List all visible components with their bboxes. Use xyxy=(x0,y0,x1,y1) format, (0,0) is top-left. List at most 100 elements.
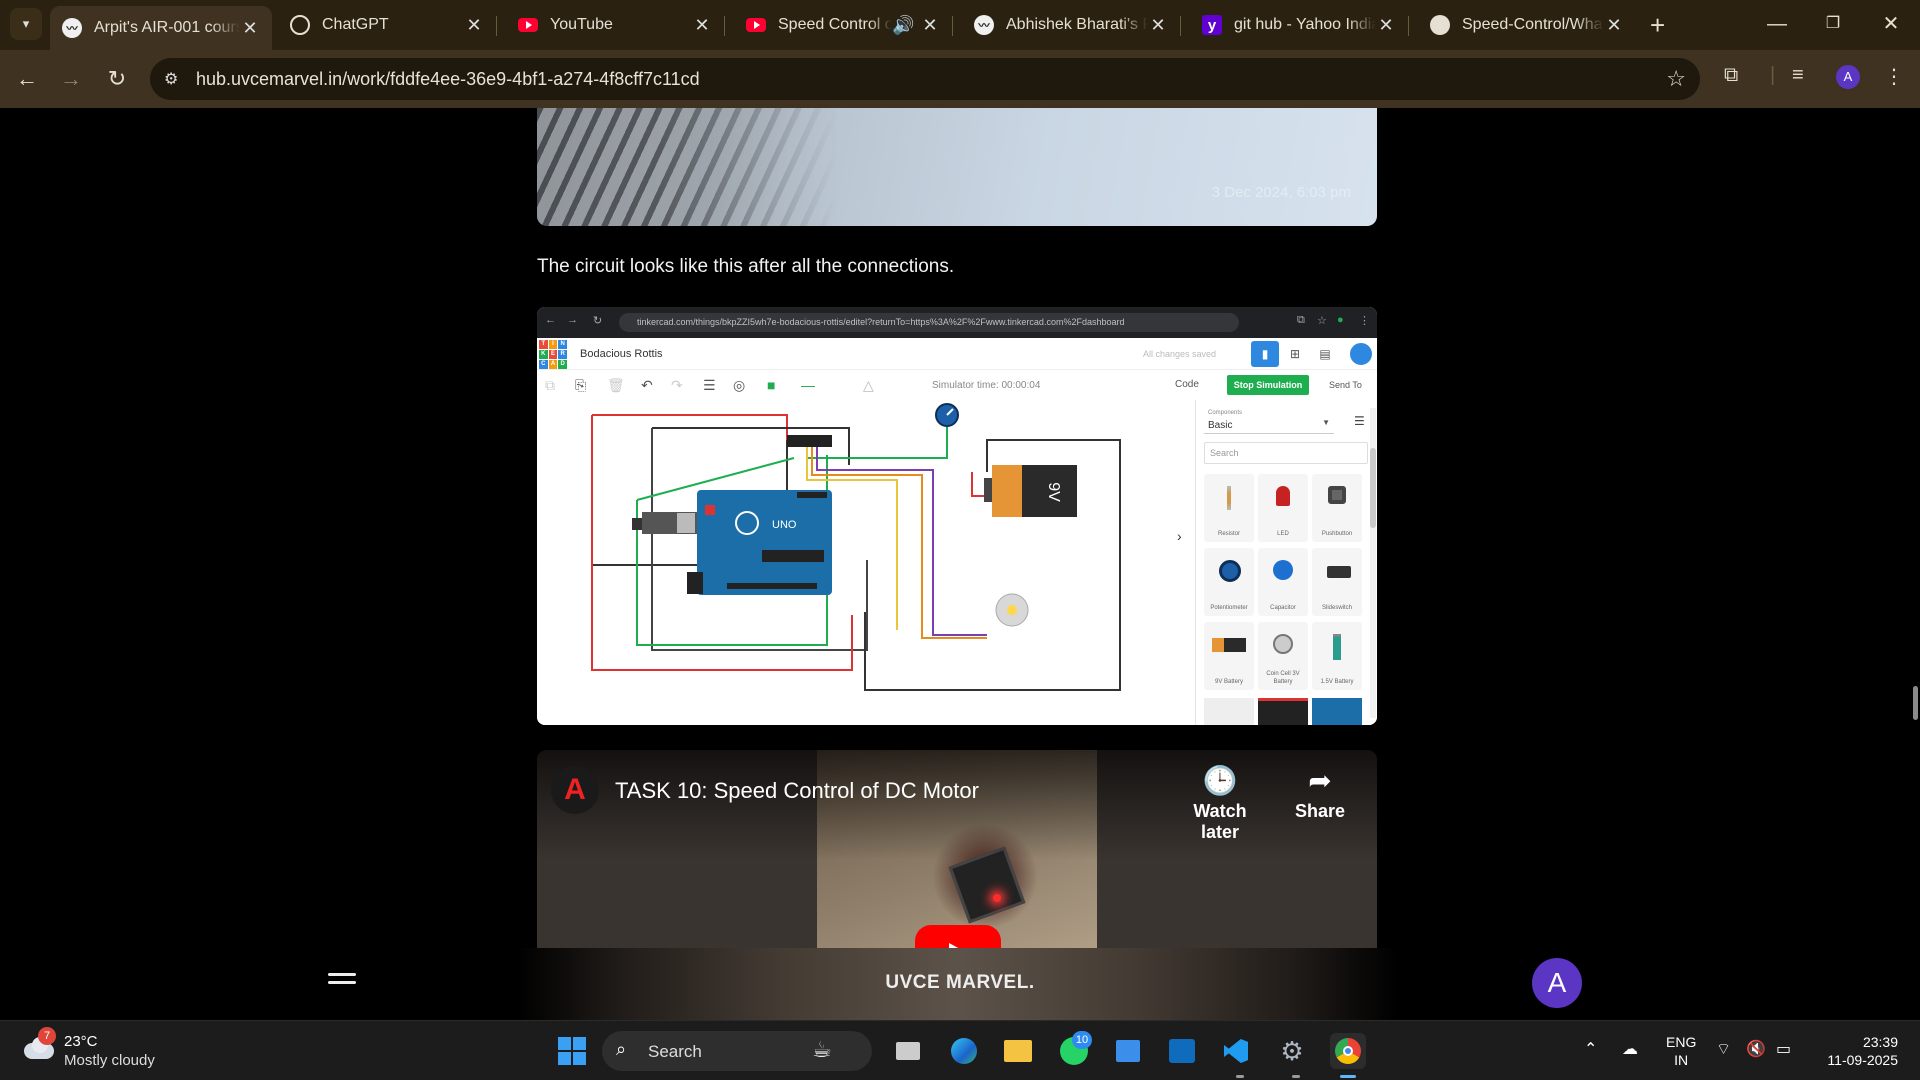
tab-arpit-course[interactable]: 〰 Arpit's AIR-001 course ✕ xyxy=(50,6,272,50)
share-icon: ➦ xyxy=(1308,765,1332,796)
user-avatar[interactable]: A xyxy=(1532,958,1582,1008)
site-settings-icon[interactable]: ⚙ xyxy=(164,69,178,89)
address-bar[interactable]: ⚙ hub.uvcemarvel.in/work/fddfe4ee-36e9-4… xyxy=(150,58,1700,100)
tray-overflow-icon[interactable]: ⌃ xyxy=(1584,1039,1597,1059)
tk-toolbar: ⧉ ⎘ 🗑 ↶ ↷ ☰ ◎ ■ — △ Simulator time: 00:0… xyxy=(537,370,1377,400)
onedrive-icon[interactable]: ☁ xyxy=(1622,1039,1638,1059)
task-view-icon[interactable] xyxy=(890,1033,926,1069)
weather-temp[interactable]: 23°C xyxy=(64,1033,98,1050)
tab-title: Arpit's AIR-001 course xyxy=(94,19,240,36)
weather-desc[interactable]: Mostly cloudy xyxy=(64,1052,155,1069)
clock-icon: 🕒 xyxy=(1202,765,1238,796)
language-indicator[interactable]: ENG IN xyxy=(1666,1033,1696,1069)
wifi-icon[interactable]: ⌔ xyxy=(1716,1039,1731,1059)
close-icon[interactable]: ✕ xyxy=(464,15,484,36)
settings-gear-icon[interactable]: ⚙ xyxy=(1274,1033,1310,1069)
tab-title: ChatGPT xyxy=(322,16,389,33)
tk-components-select: Components Basic ▼ xyxy=(1204,408,1334,434)
ms-store-icon[interactable] xyxy=(1110,1033,1146,1069)
close-icon[interactable]: ✕ xyxy=(920,15,940,36)
browser-tab-bar: ▾ 〰 Arpit's AIR-001 course ✕ ChatGPT ✕ Y… xyxy=(0,0,1920,50)
youtube-embed[interactable]: A TASK 10: Speed Control of DC Motor 🕒 W… xyxy=(537,750,1377,980)
tab-title: YouTube xyxy=(550,16,613,33)
tab-github[interactable]: Speed-Control/What ✕ xyxy=(1418,6,1636,44)
scrollbar-thumb[interactable] xyxy=(1913,686,1918,720)
marvel-icon: 〰 xyxy=(974,15,994,35)
tk-comp-led: LED xyxy=(1258,474,1308,542)
minimize-button[interactable]: — xyxy=(1754,8,1800,40)
tab-search-button[interactable]: ▾ xyxy=(10,8,42,40)
close-icon[interactable]: ✕ xyxy=(1148,15,1168,36)
vscode-icon[interactable] xyxy=(1218,1033,1254,1069)
circuit-caption: The circuit looks like this after all th… xyxy=(537,256,955,277)
menu-kebab-icon[interactable]: ⋮ xyxy=(1884,64,1904,89)
battery-icon[interactable]: ▭ xyxy=(1776,1039,1791,1059)
tab-title: Abhishek Bharati's Profile xyxy=(1006,16,1148,33)
tk-comp-coin-cell: Coin Cell 3V Battery xyxy=(1258,622,1308,690)
close-icon[interactable]: ✕ xyxy=(692,15,712,36)
tk-comp-1-5v-battery: 1.5V Battery xyxy=(1312,622,1362,690)
tk-list-view-icon: ☰ xyxy=(1354,414,1365,428)
tk-schematic-icon: ⊞ xyxy=(1289,347,1301,361)
back-button[interactable]: ← xyxy=(12,64,42,94)
youtube-icon xyxy=(518,18,538,32)
tk-comp-slideswitch: Slideswitch xyxy=(1312,548,1362,616)
tk-comp-pushbutton: Pushbutton xyxy=(1312,474,1362,542)
tab-yahoo-search[interactable]: y git hub - Yahoo India Search ✕ xyxy=(1190,6,1409,44)
battery-label: 9V xyxy=(1045,482,1062,502)
clock[interactable]: 23:39 11-09-2025 xyxy=(1816,1033,1898,1069)
outlook-icon[interactable] xyxy=(1164,1033,1200,1069)
marvel-icon: 〰 xyxy=(62,18,82,38)
channel-avatar[interactable]: A xyxy=(551,766,599,814)
collapse-panel-icon: › xyxy=(1177,528,1182,544)
forward-button[interactable]: → xyxy=(56,64,86,94)
profile-avatar[interactable]: A xyxy=(1836,65,1860,89)
tab-abhishek-profile[interactable]: 〰 Abhishek Bharati's Profile ✕ xyxy=(962,6,1181,44)
volume-muted-icon[interactable]: 🔇 xyxy=(1746,1039,1766,1059)
close-window-button[interactable]: ✕ xyxy=(1868,8,1914,40)
yahoo-icon: y xyxy=(1202,15,1222,35)
extensions-icon[interactable]: ⧉ xyxy=(1724,64,1738,87)
tk-project-name: Bodacious Rottis xyxy=(580,348,663,360)
edge-icon[interactable] xyxy=(946,1033,982,1069)
tk-component-list-icon: ▤ xyxy=(1319,347,1331,361)
windows-start-icon[interactable] xyxy=(554,1033,590,1069)
project-photo: 3 Dec 2024, 6:03 pm xyxy=(537,108,1377,226)
tab-title: git hub - Yahoo India Search xyxy=(1234,16,1376,33)
tab-speed-control-video[interactable]: Speed Control of DC Motor 🔊 ✕ xyxy=(734,6,953,44)
tk-comp-resistor: Resistor xyxy=(1204,474,1254,542)
reload-button[interactable]: ↻ xyxy=(102,64,132,94)
url-text[interactable]: hub.uvcemarvel.in/work/fddfe4ee-36e9-4bf… xyxy=(196,69,700,90)
tinkercad-logo: TIN KER CAD xyxy=(539,340,567,369)
tab-youtube[interactable]: YouTube ✕ xyxy=(506,6,725,44)
chrome-icon[interactable] xyxy=(1330,1033,1366,1069)
bookmark-star-icon[interactable]: ☆ xyxy=(1666,66,1686,92)
tk-stop-simulation: Stop Simulation xyxy=(1227,375,1309,395)
tk-url: tinkercad.com/things/bkpZZI5wh7e-bodacio… xyxy=(619,313,1239,332)
tab-title: Speed-Control/What xyxy=(1462,16,1604,33)
media-controls-icon[interactable]: ≡ xyxy=(1792,64,1804,87)
close-icon[interactable]: ✕ xyxy=(240,18,260,39)
audio-icon[interactable]: 🔊 xyxy=(892,15,914,36)
toolbar-divider: | xyxy=(1770,64,1776,86)
tk-saved-status: All changes saved xyxy=(1143,349,1217,359)
tab-title: Speed Control of DC Motor xyxy=(778,16,892,33)
site-brand[interactable]: UVCE MARVEL. xyxy=(0,972,1920,994)
share-button[interactable]: ➦ Share xyxy=(1275,764,1365,822)
tk-header: TIN KER CAD Bodacious Rottis All changes… xyxy=(537,338,1377,370)
close-icon[interactable]: ✕ xyxy=(1376,15,1396,36)
tab-chatgpt[interactable]: ChatGPT ✕ xyxy=(278,6,497,44)
taskbar-search[interactable]: ⌕ Search ☕ xyxy=(602,1031,872,1071)
file-explorer-icon[interactable] xyxy=(1000,1033,1036,1069)
restore-button[interactable]: ❐ xyxy=(1810,8,1856,40)
video-title[interactable]: TASK 10: Speed Control of DC Motor xyxy=(615,778,979,804)
close-icon[interactable]: ✕ xyxy=(1604,15,1624,36)
watch-later-button[interactable]: 🕒 Watch later xyxy=(1175,764,1265,843)
tk-code-label: Code xyxy=(1175,379,1199,390)
photo-timestamp: 3 Dec 2024, 6:03 pm xyxy=(1211,184,1351,201)
tk-circuit-view-icon: ▮ xyxy=(1251,341,1279,367)
new-tab-button[interactable]: + xyxy=(1650,10,1665,41)
chatgpt-icon xyxy=(290,15,310,35)
whatsapp-badge: 10 xyxy=(1072,1031,1092,1049)
page-viewport: 3 Dec 2024, 6:03 pm The circuit looks li… xyxy=(0,108,1920,1020)
